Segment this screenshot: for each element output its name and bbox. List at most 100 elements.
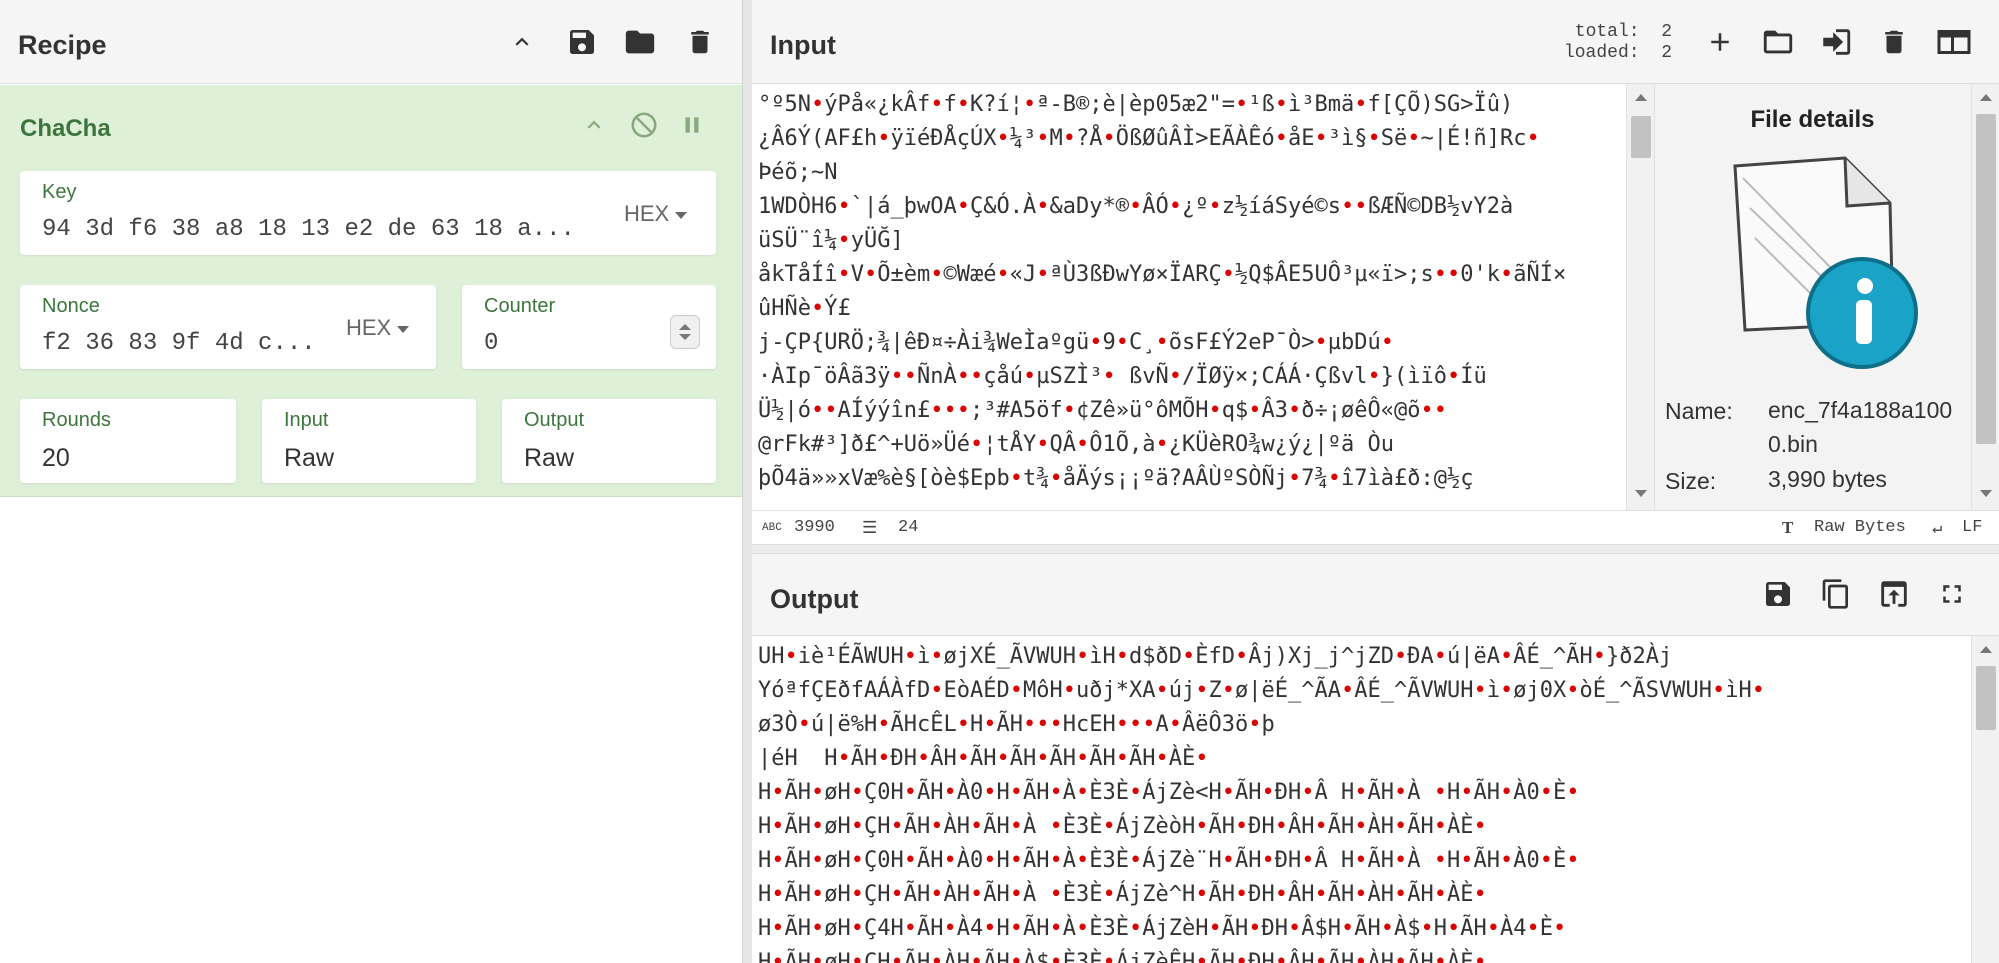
file-name-label: Name:	[1665, 398, 1733, 424]
reset-layout-button[interactable]	[1932, 20, 1976, 64]
stepper-down-icon[interactable]	[679, 334, 691, 340]
text-line: Þéõ;~N	[758, 160, 838, 185]
loaded-label: loaded:	[1563, 43, 1640, 63]
chacha-operation[interactable]: ChaCha Key 94 3d f6 38 a8 18 13 e2 de 63…	[0, 85, 742, 497]
input-title: Input	[770, 30, 836, 60]
copy-icon	[1822, 579, 1848, 609]
scroll-up-icon[interactable]	[1635, 94, 1647, 101]
output-text[interactable]: UH•iè¹ÉÃWUH•ì•øjXÉ_ÃVWUH•ìH•d$ðD•ÈfD•Âj)…	[758, 640, 1958, 963]
clear-recipe-button[interactable]	[678, 20, 722, 64]
counter-input[interactable]: 0	[484, 330, 644, 357]
file-details-title: File details	[1750, 106, 1875, 133]
collapse-operation-button[interactable]	[574, 105, 614, 145]
encoding-selector[interactable]: Raw Bytes	[1814, 518, 1906, 537]
output-format-select[interactable]: Raw	[524, 444, 574, 473]
add-input-button[interactable]	[1698, 20, 1742, 64]
recipe-title: Recipe	[18, 30, 107, 60]
key-format-dropdown[interactable]: HEX	[624, 201, 688, 227]
open-file-button[interactable]	[1814, 20, 1858, 64]
text-line: H•ÃH•øH•Ç4H•ÃH•À4•H•ÃH•À•È3È•ÁjZèH•ÃH•ÐH…	[758, 916, 1567, 941]
trash-icon	[1885, 30, 1903, 54]
save-output-button[interactable]	[1756, 572, 1800, 616]
input-format-label: Input	[284, 409, 329, 431]
open-folder-button[interactable]	[1756, 20, 1800, 64]
text-line: ·ÀIp¯öÂã3ÿ••ÑnÀ••çåú•µSZÌ³• ßvÑ•/ÏØÿ×;CÁ…	[758, 364, 1487, 389]
info-icon	[1806, 257, 1918, 369]
key-format-value: HEX	[624, 201, 670, 226]
text-line: ¿Â6Ý(AF£h•ÿïéÐÅçÚX•¼³•M•?Å•ÖßØûÂÌ>EÃÀÊó•…	[758, 126, 1540, 151]
folder-icon	[625, 30, 655, 54]
save-icon	[570, 30, 594, 54]
file-name-value: enc_7f4a188a100 0.bin	[1768, 397, 1953, 457]
scroll-up-icon[interactable]	[1980, 646, 1992, 653]
loaded-count: 2	[1661, 43, 1672, 63]
text-line: Ü½|ó••AÍýýîn£•••;³#A5öf•¢Zê»ü°ôMÕH•q$•Â3…	[758, 398, 1447, 423]
text-line: üSÜ¨î¼•yÜĞ]	[758, 228, 904, 253]
file-details-scrollbar[interactable]	[1971, 84, 1999, 510]
chevron-up-icon	[587, 120, 601, 129]
plus-icon	[1711, 33, 1729, 51]
clear-input-button[interactable]	[1872, 20, 1916, 64]
disable-operation-button[interactable]	[624, 105, 664, 145]
return-icon: ↵	[1932, 520, 1943, 539]
output-format-label: Output	[524, 409, 585, 431]
trash-icon	[691, 30, 709, 54]
stepper-up-icon[interactable]	[679, 324, 691, 330]
scroll-down-icon[interactable]	[1980, 490, 1992, 497]
nonce-field[interactable]: Nonce f2 36 83 9f 4d c... HEX	[20, 285, 436, 369]
copy-output-button[interactable]	[1814, 572, 1858, 616]
rounds-label: Rounds	[42, 409, 111, 431]
rounds-input[interactable]: 20	[42, 444, 70, 473]
text-encoding-icon: T	[1782, 518, 1794, 537]
input-scrollbar[interactable]	[1626, 84, 1654, 510]
maximize-icon	[1943, 585, 1961, 603]
eol-selector[interactable]: LF	[1962, 518, 1982, 537]
counter-stepper[interactable]	[670, 315, 700, 349]
total-count: 2	[1661, 22, 1672, 42]
import-icon	[1823, 29, 1851, 55]
horizontal-gutter[interactable]	[752, 544, 1999, 554]
save-recipe-button[interactable]	[560, 20, 604, 64]
nonce-format-dropdown[interactable]: HEX	[346, 315, 410, 341]
text-line: þÕ4ä»»xVæ%è§[òè$Epb•t¾•åÄýs¡¡ºä?AÂÙºSÒÑj…	[758, 466, 1474, 491]
replace-input-button[interactable]	[1872, 572, 1916, 616]
text-line: ûHÑè•Ý£	[758, 296, 851, 321]
text-line: H•ÃH•øH•ÇH•ÃH•ÀH•ÃH•À •È3È•ÁjZè^H•ÃH•ÐH•…	[758, 882, 1487, 907]
maximize-output-button[interactable]	[1930, 572, 1974, 616]
counter-field[interactable]: Counter 0	[462, 285, 716, 369]
input-format-select[interactable]: Raw	[284, 444, 334, 473]
input-text[interactable]: °º5N•ýPå«¿kÂf•f•K?í¦•ª-B®;è|èp05æ2"=•¹ß•…	[758, 88, 1624, 508]
text-line: UH•iè¹ÉÃWUH•ì•øjXÉ_ÃVWUH•ìH•d$ðD•ÈfD•Âj)…	[758, 644, 1673, 669]
lines-icon: ☰	[862, 520, 878, 539]
load-recipe-button[interactable]	[618, 20, 662, 64]
scroll-thumb[interactable]	[1976, 666, 1996, 730]
key-input[interactable]: 94 3d f6 38 a8 18 13 e2 de 63 18 a...	[42, 216, 602, 243]
collapse-all-button[interactable]	[500, 20, 544, 64]
key-field[interactable]: Key 94 3d f6 38 a8 18 13 e2 de 63 18 a..…	[20, 171, 716, 255]
scroll-thumb[interactable]	[1631, 116, 1651, 158]
total-label: total:	[1574, 22, 1640, 42]
breakpoint-button[interactable]	[672, 105, 712, 145]
text-line: |éH H•ÃH•ÐH•ÂH•ÃH•ÃH•ÃH•ÃH•ÃH•ÀÈ•	[758, 746, 1209, 771]
scroll-up-icon[interactable]	[1980, 94, 1992, 101]
scroll-thumb[interactable]	[1976, 114, 1996, 444]
vertical-gutter[interactable]	[742, 0, 752, 963]
pause-icon	[685, 117, 699, 133]
nonce-format-value: HEX	[346, 315, 392, 340]
nonce-input[interactable]: f2 36 83 9f 4d c...	[42, 330, 327, 357]
output-format-field[interactable]: Output Raw	[502, 399, 716, 483]
input-format-field[interactable]: Input Raw	[262, 399, 476, 483]
input-pane: Input total: 2 loaded: 2 °º5N•ýPå«¿kÂf•f…	[752, 0, 1999, 544]
scroll-down-icon[interactable]	[1635, 490, 1647, 497]
caret-down-icon	[397, 325, 410, 333]
text-line: H•ÃH•øH•ÇH•ÃH•ÀH•ÃH•À •È3È•ÁjZèòH•ÃH•ÐH•…	[758, 814, 1487, 839]
output-scrollbar[interactable]	[1971, 636, 1999, 963]
rounds-field[interactable]: Rounds 20	[20, 399, 236, 483]
folder-icon	[1763, 30, 1793, 54]
file-size-label: Size:	[1665, 468, 1717, 494]
abc-icon: ABC	[762, 522, 782, 534]
file-details-panel: File details Name: enc_7f4a188a100 0.bin…	[1654, 84, 1999, 510]
counter-label: Counter	[484, 295, 556, 317]
operation-title: ChaCha	[20, 115, 111, 142]
nonce-label: Nonce	[42, 295, 100, 317]
